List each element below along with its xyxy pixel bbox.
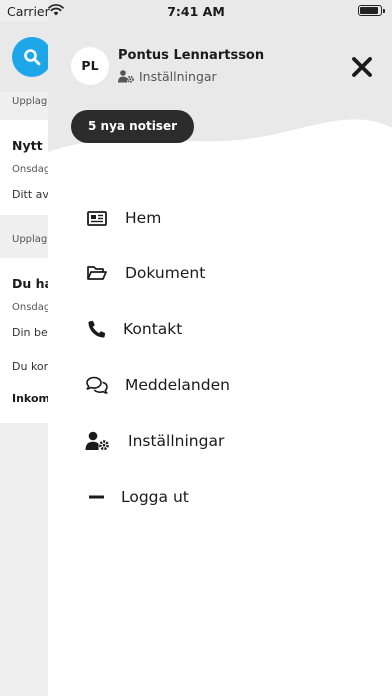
feed-card-text: Din be — [12, 326, 48, 339]
chat-icon — [85, 373, 109, 397]
settings-link-label: Inställningar — [139, 69, 217, 84]
feed-card-text: Inkom — [12, 392, 50, 405]
clock: 7:41 AM — [167, 4, 225, 19]
phone-icon — [85, 317, 109, 341]
menu-item-label: Meddelanden — [125, 376, 230, 394]
search-button[interactable] — [12, 37, 52, 77]
feed-card-text: Ditt av — [12, 188, 49, 201]
avatar[interactable]: PL — [71, 47, 109, 85]
feed-card-title: Nytt — [12, 138, 43, 153]
feed-card-date: Onsdag — [12, 302, 51, 313]
feed-card-text: Du kor — [12, 360, 49, 373]
user-name: Pontus Lennartsson — [118, 48, 265, 63]
menu-item-label: Kontakt — [123, 320, 183, 338]
menu-item-installningar[interactable]: Inställningar — [48, 417, 392, 465]
menu-item-label: Logga ut — [121, 488, 189, 506]
menu-item-meddelanden[interactable]: Meddelanden — [48, 361, 392, 409]
close-button[interactable] — [350, 55, 374, 79]
menu-item-hem[interactable]: Hem — [48, 194, 392, 242]
menu-item-label: Inställningar — [128, 432, 225, 450]
feed-meta: Upplag — [12, 234, 48, 245]
user-settings-icon — [118, 70, 134, 83]
news-icon — [85, 206, 109, 230]
menu-item-kontakt[interactable]: Kontakt — [48, 305, 392, 353]
feed-card-title: Du ha — [12, 276, 53, 291]
menu-item-label: Dokument — [125, 264, 206, 282]
settings-link[interactable]: Inställningar — [118, 69, 217, 84]
feed-card-date: Onsdag — [12, 164, 51, 175]
drawer-header: PL Pontus Lennartsson Inställningar 5 ny… — [48, 0, 392, 170]
folder-icon — [85, 261, 109, 285]
header-wave-shape — [48, 0, 392, 152]
battery-icon — [358, 5, 385, 16]
notifications-badge[interactable]: 5 nya notiser — [71, 110, 195, 143]
status-bar: Carrier 7:41 AM — [0, 0, 392, 22]
menu-item-dokument[interactable]: Dokument — [48, 249, 392, 297]
menu-item-logga-ut[interactable]: Logga ut — [48, 473, 392, 521]
menu-item-label: Hem — [125, 209, 162, 227]
search-icon — [24, 49, 41, 66]
navigation-drawer: PL Pontus Lennartsson Inställningar 5 ny… — [48, 0, 392, 696]
minus-icon — [85, 485, 109, 509]
close-icon — [352, 57, 372, 77]
user-settings-icon — [85, 429, 109, 453]
feed-meta: Upplag — [12, 96, 48, 107]
